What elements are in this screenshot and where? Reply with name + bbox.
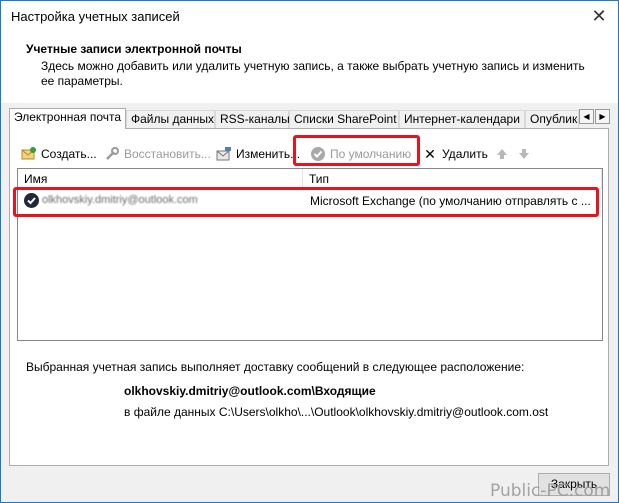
scroll-left-icon[interactable]: ◀ <box>579 109 594 124</box>
arrow-down-icon <box>516 146 532 162</box>
header-title: Учетные записи электронной почты <box>26 42 242 56</box>
account-row-highlight <box>13 187 599 217</box>
column-header-type[interactable]: Тип <box>303 169 602 189</box>
restore-label: Восстановить... <box>124 147 211 161</box>
window-title: Настройка учетных записей <box>11 9 180 24</box>
move-up-button[interactable] <box>494 145 514 163</box>
change-label: Изменить... <box>236 147 301 161</box>
tab-internet-calendars[interactable]: Интернет-календари <box>399 110 525 128</box>
edit-account-icon <box>216 146 232 162</box>
repair-icon <box>104 146 120 162</box>
tab-rss-feeds[interactable]: RSS-каналы <box>215 110 290 128</box>
delivery-data-file: в файле данных C:\Users\olkho\...\Outloo… <box>124 405 549 419</box>
delivery-folder: olkhovskiy.dmitriy@outlook.com\Входящие <box>124 384 376 398</box>
create-button[interactable]: Создать... <box>21 145 97 163</box>
email-tab-panel: Создать... Восстановить... Изменить... П… <box>9 128 609 466</box>
delete-button[interactable]: ✕ Удалить <box>422 145 488 163</box>
move-down-button[interactable] <box>516 145 536 163</box>
column-header-name[interactable]: Имя <box>18 169 303 189</box>
change-button[interactable]: Изменить... <box>216 145 300 163</box>
account-settings-window: Настройка учетных записей ✕ Учетные запи… <box>0 0 619 503</box>
tab-published-calendars[interactable]: Опублико <box>525 110 579 128</box>
tab-data-files[interactable]: Файлы данных <box>126 110 215 128</box>
scroll-right-icon[interactable]: ▶ <box>595 109 610 124</box>
header-description: Здесь можно добавить или удалить учетную… <box>41 59 585 88</box>
tab-sharepoint-lists[interactable]: Списки SharePoint <box>289 110 399 128</box>
set-default-highlight <box>293 135 420 166</box>
close-icon[interactable]: ✕ <box>586 3 612 29</box>
new-account-icon <box>21 146 37 162</box>
delete-icon: ✕ <box>424 145 436 162</box>
restore-button[interactable]: Восстановить... <box>104 145 211 163</box>
tab-email[interactable]: Электронная почта <box>9 108 126 129</box>
delete-label: Удалить <box>442 147 488 161</box>
dialog-header: Учетные записи электронной почты Здесь м… <box>1 31 618 103</box>
delivery-info-text: Выбранная учетная запись выполняет доста… <box>26 360 525 374</box>
arrow-up-icon <box>494 146 510 162</box>
tab-scroll-arrows: ◀ ▶ <box>579 108 611 124</box>
create-label: Создать... <box>41 147 97 161</box>
title-bar: Настройка учетных записей ✕ <box>1 1 618 31</box>
tab-strip: Электронная почта Файлы данных RSS-канал… <box>9 108 609 129</box>
site-watermark: Public-PC.com <box>490 481 611 501</box>
